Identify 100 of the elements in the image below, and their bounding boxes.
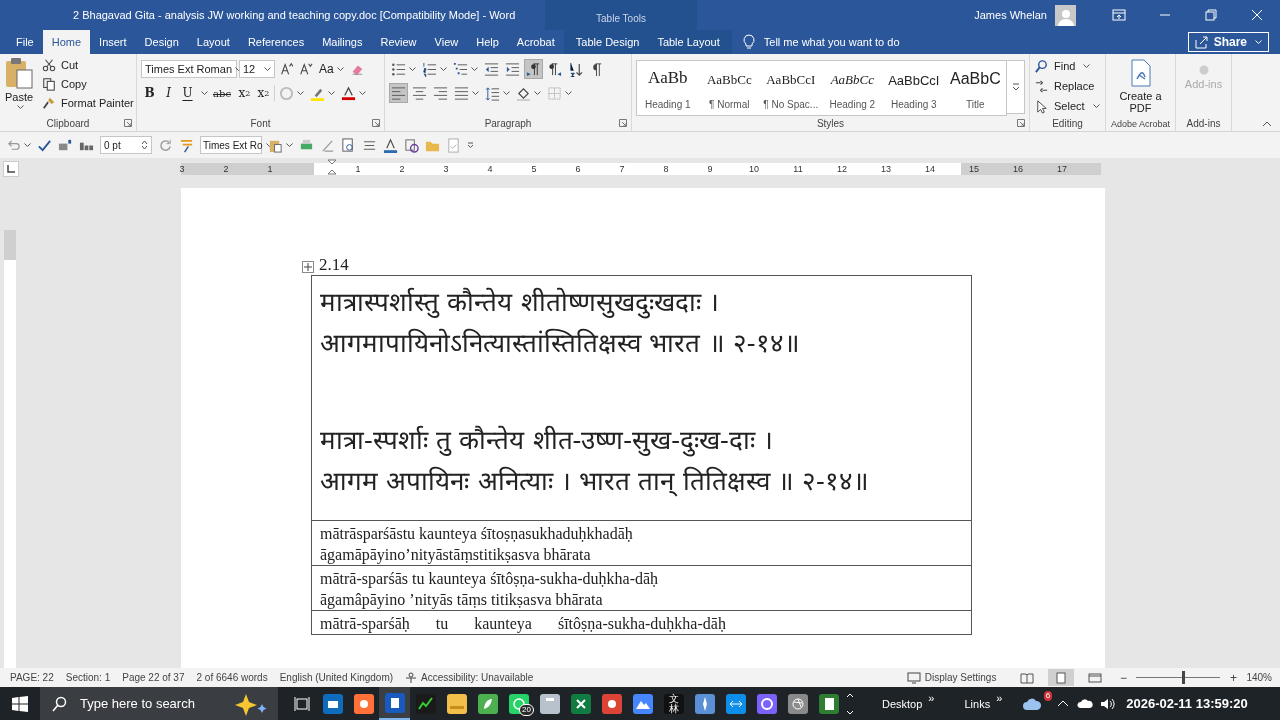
ribbon-tab[interactable]: Design [135, 30, 188, 54]
taskbar-search-field[interactable]: Type here to search [78, 695, 220, 712]
font-name-field[interactable]: Times Ext Roman [141, 60, 237, 78]
numbered-list-icon [422, 61, 437, 77]
style-preview: AaBbC [950, 69, 1001, 89]
taskbar-app-button[interactable] [379, 687, 410, 720]
group-label: Add-ins [1186, 118, 1221, 129]
format-button[interactable] [179, 137, 194, 153]
style-item[interactable]: AaBbCcI ¶ No Spac... [760, 61, 822, 115]
sync-button[interactable] [404, 137, 419, 153]
ribbon-tab[interactable]: Home [42, 30, 91, 54]
print-preview-button[interactable] [341, 137, 356, 153]
ribbon-tab[interactable]: Insert [90, 30, 136, 54]
tell-me-search[interactable]: Tell me what you want to do [741, 30, 900, 54]
weather-button[interactable]: 6 [1012, 687, 1053, 720]
style-name: Heading 2 [829, 98, 876, 110]
taskbar-toolbar-button[interactable]: Desktop » [862, 687, 945, 720]
font-size-field[interactable]: 12 [239, 60, 275, 78]
bold-button[interactable]: B [141, 83, 158, 103]
ribbon-tab[interactable]: File [7, 30, 43, 54]
status-item[interactable]: 2 of 6646 words [190, 672, 274, 683]
status-item[interactable]: PAGE: 22 [4, 672, 60, 683]
multilevel-list-icon [453, 61, 468, 77]
paint-bucket-icon [516, 85, 531, 101]
share-button[interactable]: Share [1187, 32, 1269, 52]
sort-icon [568, 61, 583, 77]
italic-button[interactable]: I [160, 83, 177, 103]
ribbon-tab[interactable]: References [238, 30, 314, 54]
replace-button[interactable]: Replace [1034, 78, 1100, 94]
verse-line: mātrāsparśāstu kaunteya śītoṣṇasukhaduḥkhadāḥ [320, 524, 634, 544]
restore-icon [1204, 8, 1218, 22]
bulleted-list-icon [391, 61, 406, 77]
spelling-button[interactable] [37, 137, 52, 153]
paste-button[interactable]: Paste [4, 57, 34, 116]
format-painter-button[interactable]: Format Painter [42, 95, 134, 111]
status-item[interactable]: Page 22 of 37 [116, 672, 191, 683]
ribbon-tab[interactable]: Help [467, 30, 508, 54]
style-name: ¶ Normal [709, 98, 750, 110]
align-left-button[interactable] [389, 83, 408, 103]
style-item[interactable]: AaBbCc ¶ Normal [698, 61, 761, 115]
style-item[interactable]: AaBbCcI Heading 3 [883, 61, 945, 115]
align-right-icon [433, 85, 448, 101]
launcher-icon [124, 119, 132, 127]
underline-button[interactable]: U [179, 83, 196, 103]
cut-button[interactable]: Cut [42, 57, 134, 73]
verse-line: मात्रा-स्पर्शाः तु कौन्तेय शीत-उष्ण-सुख-दुःख-दाः । [320, 424, 774, 459]
style-item[interactable]: AaBb Heading 1 [637, 61, 699, 115]
ribbon-tab[interactable]: Acrobat [507, 30, 564, 54]
strikethrough-button[interactable]: abc [210, 83, 234, 103]
copy-button[interactable]: Copy [42, 76, 134, 92]
select-button[interactable]: Select [1034, 98, 1100, 114]
group-label: Adobe Acrobat [1110, 118, 1170, 129]
ruler-number: 3 [443, 163, 449, 175]
grid-icon [547, 85, 562, 101]
check-button[interactable] [446, 137, 461, 153]
ribbon-display-icon [1112, 8, 1126, 22]
taskbar-app-button[interactable]: 20 [503, 687, 534, 720]
display-settings-button[interactable]: Display Settings [900, 671, 1003, 684]
font-color-button[interactable] [339, 83, 368, 103]
collapse-ribbon-button[interactable] [1262, 121, 1272, 127]
zoom-out-button[interactable]: − [1116, 670, 1131, 685]
ribbon-tab[interactable]: Review [371, 30, 426, 54]
taskbar-clock[interactable]: 2026-02-11 13:59:20 [1126, 696, 1258, 711]
style-item[interactable]: AaBbC Title [944, 61, 1007, 115]
ribbon-tab[interactable]: Mailings [313, 30, 372, 54]
change-case-button[interactable]: Aa [317, 59, 346, 79]
monitor-icon [906, 671, 921, 684]
user-name[interactable]: James Whelan [974, 9, 1047, 21]
font-color-button[interactable] [383, 137, 398, 153]
ltr-button[interactable] [524, 59, 543, 79]
launcher-icon [1017, 119, 1025, 127]
ribbon-tab[interactable]: Table Design [566, 30, 649, 54]
zoom-slider-thumb[interactable] [1181, 671, 1185, 684]
spacing-field[interactable]: 0 pt [100, 136, 152, 154]
zoom-level[interactable]: 140% [1240, 672, 1280, 683]
accessibility-status[interactable]: Accessibility: Unavailable [399, 671, 540, 684]
ribbon-tab[interactable]: View [425, 30, 468, 54]
create-pdf-button[interactable]: Create a PDF [1110, 57, 1171, 116]
web-page-icon [1088, 671, 1103, 684]
taskbar-toolbar-button[interactable]: Links » [944, 687, 1013, 720]
ribbon-tab[interactable]: Table Layout [648, 30, 729, 54]
script-button[interactable]: x$^{2}$ [255, 83, 272, 103]
style-item[interactable]: AaBbCc Heading 2 [821, 61, 884, 115]
ruler-number: 9 [707, 163, 713, 175]
ruler-number: 8 [663, 163, 669, 175]
outdent-icon [484, 61, 499, 77]
ring-icon [279, 85, 294, 101]
zoom-in-button[interactable]: + [1226, 670, 1241, 685]
justify-icon [454, 85, 469, 101]
superscript-button[interactable] [58, 137, 73, 153]
avatar-icon[interactable] [1055, 4, 1076, 26]
taskbar-search-box[interactable]: Type here to search [40, 687, 278, 720]
zoom-slider[interactable] [1136, 671, 1221, 684]
status-item[interactable]: Section: 1 [59, 672, 117, 683]
taskbar-app-button[interactable]: 文林 [658, 687, 689, 720]
ruler-number: 2 [223, 163, 229, 175]
status-item[interactable]: English (United Kingdom) [273, 672, 400, 683]
ribbon-tab[interactable]: Layout [187, 30, 239, 54]
find-button[interactable]: Find [1034, 58, 1100, 74]
tab-selector-icon[interactable] [3, 161, 19, 177]
